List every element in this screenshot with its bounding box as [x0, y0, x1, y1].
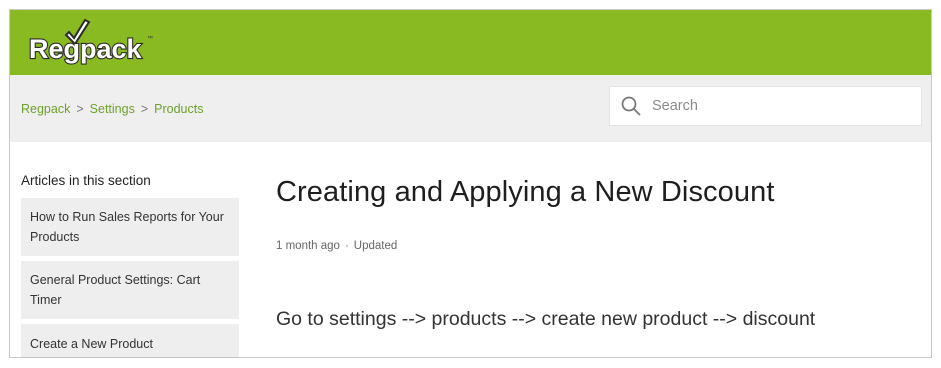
article-title: Creating and Applying a New Discount — [276, 176, 775, 208]
search-box[interactable] — [609, 86, 922, 126]
sidebar-title: Articles in this section — [21, 173, 151, 188]
search-input[interactable] — [652, 98, 892, 114]
article-status: Updated — [353, 240, 398, 252]
svg-text:™: ™ — [147, 35, 153, 42]
breadcrumb-products[interactable]: Products — [154, 102, 203, 116]
meta-separator: · — [344, 240, 349, 252]
site-header: Regpack ™ — [10, 10, 931, 75]
article-meta: 1 month ago · Updated — [276, 240, 397, 252]
regpack-logo[interactable]: Regpack ™ — [25, 18, 165, 68]
breadcrumb-separator: > — [140, 102, 149, 116]
breadcrumb-separator: > — [76, 102, 84, 116]
sidebar-item-sales-reports[interactable]: How to Run Sales Reports for Your Produc… — [21, 198, 239, 256]
sidebar-item-create-product[interactable]: Create a New Product — [21, 324, 239, 357]
article-body: Go to settings --> products --> create n… — [276, 308, 816, 330]
help-center-page: Regpack ™ Regpack > Settings > Products … — [9, 9, 932, 358]
logo-wordmark: Regpack — [29, 34, 143, 64]
breadcrumb: Regpack > Settings > Products — [21, 102, 203, 116]
breadcrumb-regpack[interactable]: Regpack — [21, 102, 70, 116]
breadcrumb-settings[interactable]: Settings — [90, 102, 135, 116]
article-list: How to Run Sales Reports for Your Produc… — [21, 198, 239, 357]
search-icon — [620, 95, 642, 117]
sidebar-item-cart-timer[interactable]: General Product Settings: Cart Timer — [21, 261, 239, 319]
sub-header: Regpack > Settings > Products — [10, 75, 931, 142]
article-age: 1 month ago — [276, 240, 340, 252]
